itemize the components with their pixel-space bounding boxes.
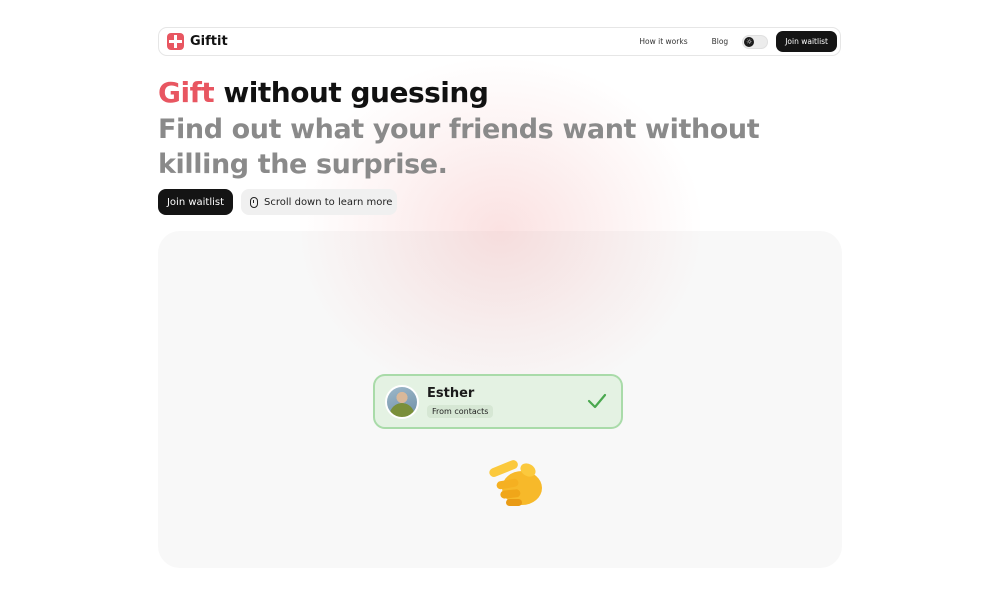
hero-title-accent: Gift bbox=[158, 76, 215, 109]
scroll-down-button[interactable]: Scroll down to learn more bbox=[241, 189, 397, 215]
contact-source-badge: From contacts bbox=[427, 405, 494, 418]
sun-icon: ☼ bbox=[744, 36, 755, 47]
brand-logo[interactable]: Giftit bbox=[167, 33, 228, 50]
avatar bbox=[385, 385, 419, 419]
nav-join-waitlist-button[interactable]: Join waitlist bbox=[776, 31, 837, 52]
nav-link-how-it-works[interactable]: How it works bbox=[639, 37, 687, 46]
checkmark-icon bbox=[587, 393, 607, 409]
join-waitlist-button[interactable]: Join waitlist bbox=[158, 189, 233, 215]
hero-title: Gift without guessing bbox=[158, 76, 489, 109]
scroll-down-label: Scroll down to learn more bbox=[264, 196, 393, 208]
hero-subtitle: Find out what your friends want without … bbox=[158, 114, 760, 180]
brand-name: Giftit bbox=[190, 34, 228, 49]
theme-toggle[interactable]: ☼ bbox=[742, 34, 769, 49]
nav-link-blog[interactable]: Blog bbox=[712, 37, 729, 46]
gift-logo-icon bbox=[167, 33, 184, 50]
pointing-hand-icon bbox=[489, 460, 542, 506]
hero-title-rest: without guessing bbox=[223, 76, 489, 109]
contact-name: Esther bbox=[427, 386, 475, 401]
contact-card[interactable]: Esther From contacts bbox=[373, 374, 623, 429]
mouse-icon bbox=[250, 196, 258, 208]
navbar: Giftit How it works Blog ☼ Join waitlist bbox=[158, 27, 841, 56]
